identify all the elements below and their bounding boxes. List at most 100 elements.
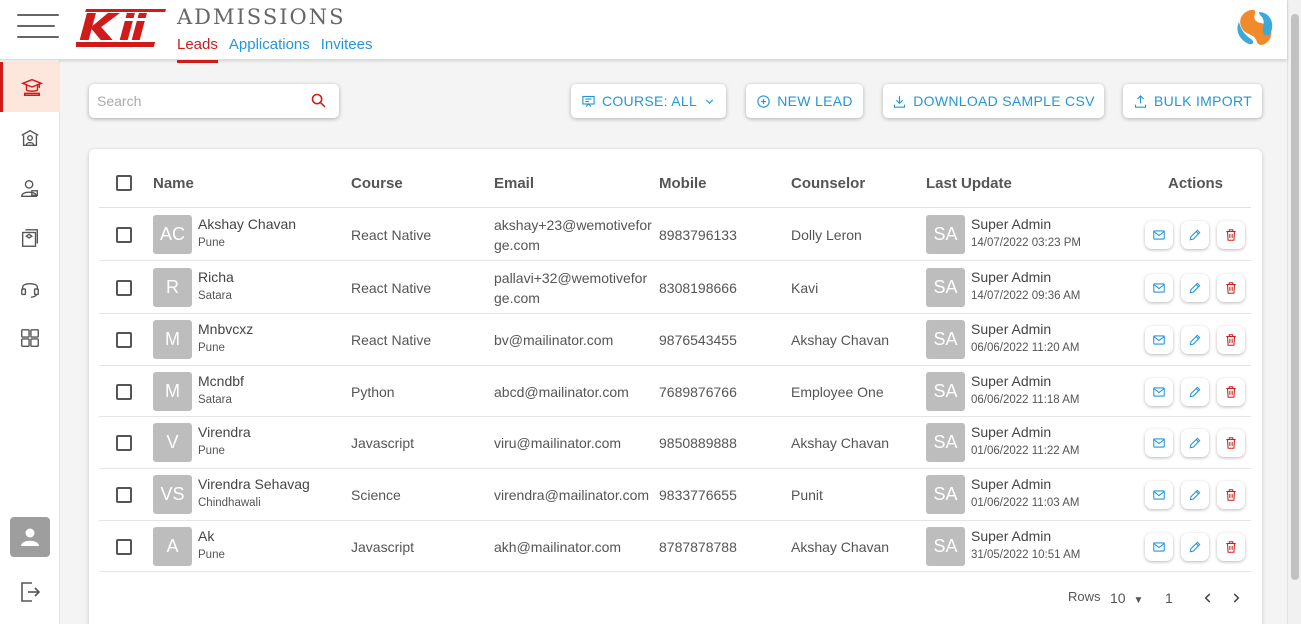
send-email-button[interactable] (1145, 221, 1173, 249)
lead-counselor: Kavi (791, 280, 819, 296)
delete-lead-button[interactable] (1217, 326, 1245, 354)
lead-name[interactable]: Virendra Sehavag (198, 476, 310, 492)
row-checkbox[interactable] (116, 539, 132, 555)
row-checkbox[interactable] (116, 384, 132, 400)
lead-mobile: 9833776655 (659, 487, 737, 503)
send-email-button[interactable] (1145, 481, 1173, 509)
column-header-last-update[interactable]: Last Update (926, 175, 1012, 192)
table-row[interactable]: V Virendra Pune Javascript viru@mailinator.c… (99, 417, 1251, 469)
column-header-counselor[interactable]: Counselor (791, 175, 865, 192)
sidebar-item-dashboard[interactable] (0, 313, 60, 363)
bulk-import-button[interactable]: BULK IMPORT (1123, 84, 1262, 118)
mail-icon (1152, 540, 1166, 554)
updated-at: 14/07/2022 03:23 PM (971, 237, 1081, 249)
page-scrollbar[interactable] (1287, 0, 1301, 624)
hamburger-menu-icon[interactable] (17, 14, 59, 38)
updated-by: Super Admin (971, 269, 1052, 285)
lead-counselor: Dolly Leron (791, 227, 862, 243)
row-checkbox[interactable] (116, 280, 132, 296)
tab-leads[interactable]: Leads (177, 36, 218, 63)
column-header-course[interactable]: Course (351, 175, 403, 192)
edit-lead-button[interactable] (1181, 326, 1209, 354)
sidebar-item-leads[interactable] (0, 62, 60, 112)
sidebar-item-support[interactable] (0, 263, 60, 313)
delete-lead-button[interactable] (1217, 429, 1245, 457)
upload-icon (1134, 94, 1147, 108)
column-header-email[interactable]: Email (494, 175, 534, 192)
edit-lead-button[interactable] (1181, 429, 1209, 457)
lead-email: virendra@mailinator.com (494, 487, 650, 503)
lead-mobile: 7689876766 (659, 384, 737, 400)
bulk-import-label: BULK IMPORT (1154, 93, 1252, 109)
previous-page-icon[interactable] (1201, 591, 1215, 605)
search-icon[interactable] (310, 92, 327, 109)
dashboard-grid-icon (21, 329, 39, 347)
trash-icon (1224, 333, 1238, 347)
table-row[interactable]: R Richa Satara React Native pallavi+32@wemot… (99, 261, 1251, 314)
lead-counselor: Akshay Chavan (791, 332, 890, 348)
sidebar (0, 60, 60, 624)
column-header-name[interactable]: Name (153, 175, 194, 192)
row-checkbox[interactable] (116, 227, 132, 243)
next-page-icon[interactable] (1229, 591, 1243, 605)
table-row[interactable]: AC Akshay Chavan Pune React Native akshay+23… (99, 208, 1251, 261)
lead-course: Science (351, 487, 401, 503)
row-checkbox[interactable] (116, 435, 132, 451)
lead-email: pallavi+32@wemotiveforge.com (494, 270, 648, 306)
table-row[interactable]: A Ak Pune Javascript akh@mailinator.com 87878… (99, 521, 1251, 572)
delete-lead-button[interactable] (1217, 378, 1245, 406)
lead-name[interactable]: Ak (198, 528, 214, 544)
send-email-button[interactable] (1145, 274, 1173, 302)
search-input[interactable] (97, 91, 297, 111)
delete-lead-button[interactable] (1217, 533, 1245, 561)
mail-icon (1152, 436, 1166, 450)
send-email-button[interactable] (1145, 378, 1173, 406)
lead-name[interactable]: Richa (198, 269, 234, 285)
course-filter-dropdown[interactable]: COURSE: ALL (571, 84, 726, 118)
table-row[interactable]: M Mcndbf Satara Python abcd@mailinator.com 76… (99, 366, 1251, 417)
column-header-mobile[interactable]: Mobile (659, 175, 707, 192)
sidebar-item-institutes[interactable] (0, 113, 60, 163)
row-checkbox[interactable] (116, 487, 132, 503)
lead-email: abcd@mailinator.com (494, 384, 629, 400)
table-row[interactable]: VS Virendra Sehavag Chindhawali Science vire… (99, 469, 1251, 521)
rows-per-page-select[interactable]: 10 ▼ (1110, 590, 1143, 606)
sidebar-item-users[interactable] (0, 163, 60, 213)
delete-lead-button[interactable] (1217, 221, 1245, 249)
updater-avatar: SA (926, 215, 965, 254)
edit-lead-button[interactable] (1181, 274, 1209, 302)
course-filter-label: COURSE: ALL (601, 93, 698, 109)
send-email-button[interactable] (1145, 429, 1173, 457)
logout-icon[interactable] (18, 580, 42, 604)
send-email-button[interactable] (1145, 326, 1173, 354)
tab-applications[interactable]: Applications (229, 36, 310, 59)
table-row[interactable]: M Mnbvcxz Pune React Native bv@mailinator.co… (99, 314, 1251, 366)
scrollbar-thumb[interactable] (1291, 14, 1299, 580)
profile-button[interactable] (10, 517, 50, 557)
lead-name[interactable]: Virendra (198, 424, 251, 440)
send-email-button[interactable] (1145, 533, 1173, 561)
edit-lead-button[interactable] (1181, 221, 1209, 249)
row-checkbox[interactable] (116, 332, 132, 348)
trash-icon (1224, 385, 1238, 399)
trash-icon (1224, 436, 1238, 450)
tab-invitees[interactable]: Invitees (321, 36, 373, 59)
lead-name[interactable]: Akshay Chavan (198, 216, 296, 232)
app-title: ADMISSIONS (177, 5, 346, 29)
lead-name[interactable]: Mcndbf (198, 373, 244, 389)
delete-lead-button[interactable] (1217, 274, 1245, 302)
school-building-icon (21, 129, 39, 147)
updated-at: 14/07/2022 09:36 AM (971, 290, 1081, 302)
sidebar-item-courses[interactable] (0, 213, 60, 263)
add-circle-icon (757, 94, 770, 108)
edit-lead-button[interactable] (1181, 533, 1209, 561)
pencil-icon (1188, 228, 1202, 242)
updated-at: 01/06/2022 11:22 AM (971, 445, 1080, 457)
edit-lead-button[interactable] (1181, 481, 1209, 509)
lead-name[interactable]: Mnbvcxz (198, 321, 253, 337)
edit-lead-button[interactable] (1181, 378, 1209, 406)
select-all-checkbox[interactable] (116, 175, 132, 191)
delete-lead-button[interactable] (1217, 481, 1245, 509)
download-sample-csv-button[interactable]: DOWNLOAD SAMPLE CSV (883, 84, 1104, 118)
new-lead-button[interactable]: NEW LEAD (746, 84, 863, 118)
